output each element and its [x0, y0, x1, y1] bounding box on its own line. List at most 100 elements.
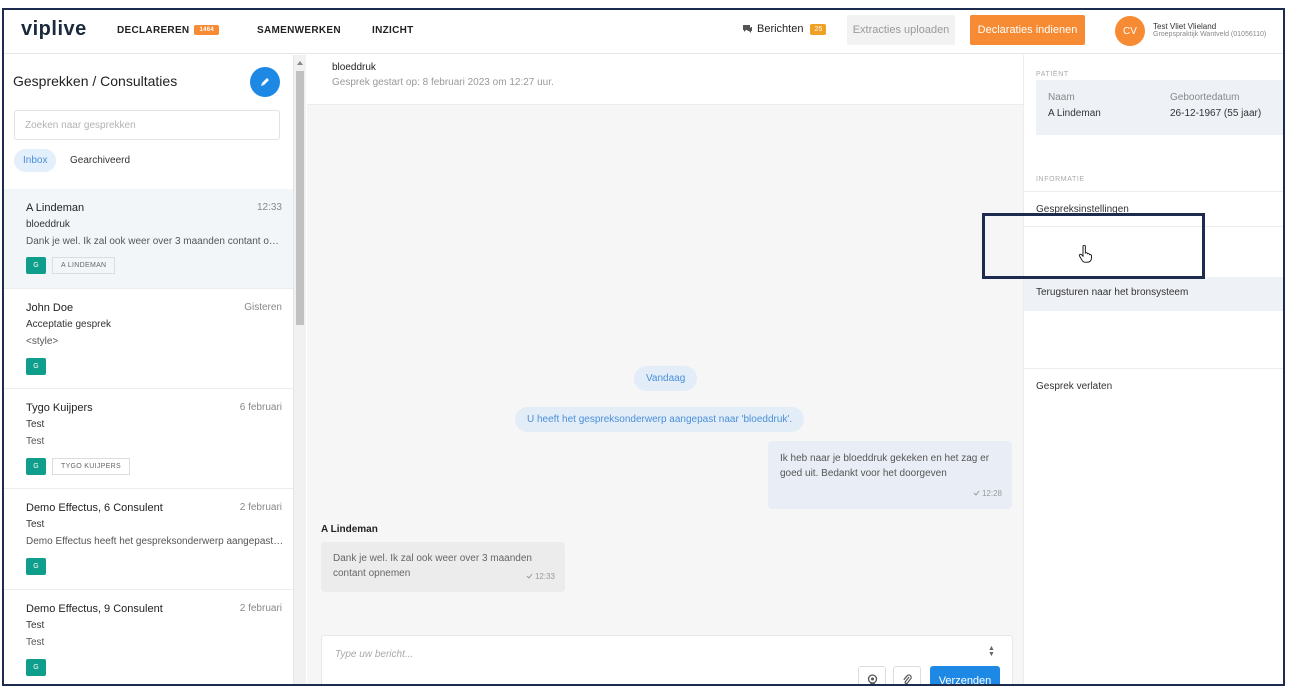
chat-icon: [743, 25, 752, 33]
sidebar-scrollbar[interactable]: [294, 55, 306, 684]
outgoing-message-time: 12:28: [973, 486, 1002, 501]
divider: [1024, 368, 1283, 369]
chat-header: bloeddruk Gesprek gestart op: 8 februari…: [307, 55, 1023, 105]
group-tag: G: [26, 358, 46, 375]
camera-button[interactable]: [858, 666, 886, 684]
sidebar-title: Gesprekken / Consultaties: [13, 73, 178, 89]
conversation-tags: G: [26, 358, 46, 375]
incoming-message-time: 12:33: [526, 569, 555, 584]
date-separator: Vandaag: [634, 366, 698, 391]
conversation-name: Tygo Kuijpers: [26, 402, 93, 414]
berichten-count: 25: [810, 23, 827, 35]
conversation-subject: bloeddruk: [26, 219, 70, 230]
tab-inbox[interactable]: Inbox: [14, 149, 57, 172]
conversation-preview: Test: [26, 436, 45, 447]
conversation-item-tygo-kuijpers[interactable]: Tygo Kuijpers 6 februari Test Test G TYG…: [4, 389, 293, 489]
check-icon: [526, 573, 533, 579]
patient-tag: A LINDEMAN: [52, 257, 116, 274]
message-input[interactable]: [335, 644, 935, 664]
message-composer: ▲▼ Verzenden: [321, 635, 1013, 684]
conversation-item-john-doe[interactable]: John Doe Gisteren Acceptatie gesprek <st…: [4, 289, 293, 389]
name-value: A Lindeman: [1048, 108, 1101, 119]
group-tag: G: [26, 458, 46, 475]
conversation-time: 12:33: [256, 202, 282, 213]
name-label: Naam: [1048, 92, 1075, 103]
patient-card: Naam A Lindeman Geboortedatum 26-12-1967…: [1036, 80, 1283, 135]
conversation-item-demo-effectus-6[interactable]: Demo Effectus, 6 Consulent 2 februari Te…: [4, 489, 293, 590]
group-tag: G: [26, 257, 46, 274]
incoming-message-text: Dank je wel. Ik zal ook weer over 3 maan…: [333, 553, 532, 579]
webcam-icon: [867, 674, 877, 684]
conversation-tags: G A LINDEMAN: [26, 257, 116, 274]
outgoing-message-text: Ik heb naar je bloeddruk gekeken en het …: [780, 453, 990, 479]
conversation-name: Demo Effectus, 6 Consulent: [26, 502, 163, 514]
tab-gearchiveerd[interactable]: Gearchiveerd: [70, 155, 130, 166]
incoming-message: Dank je wel. Ik zal ook weer over 3 maan…: [321, 542, 565, 592]
berichten-button[interactable]: Berichten 25: [742, 23, 827, 35]
conversation-subject: Test: [26, 519, 45, 530]
conversation-preview: Demo Effectus heeft het gespreksonderwer…: [26, 536, 284, 547]
incoming-sender: A Lindeman: [321, 524, 378, 535]
conversation-time: 2 februari: [239, 603, 282, 614]
patient-section-label: PATIËNT: [1036, 71, 1069, 78]
attach-button[interactable]: [893, 666, 921, 684]
hand-cursor-icon: [1078, 244, 1092, 268]
conversation-time: 6 februari: [239, 402, 282, 413]
conversation-tags: G: [26, 558, 46, 575]
conversation-preview: Dank je wel. Ik zal ook weer over 3 maan…: [26, 236, 284, 247]
patient-tag: TYGO KUIJPERS: [52, 458, 130, 475]
details-panel: PATIËNT Naam A Lindeman Geboortedatum 26…: [1023, 55, 1283, 684]
group-tag: G: [26, 659, 46, 676]
conversation-time: Gisteren: [244, 302, 282, 313]
info-section-label: INFORMATIE: [1036, 176, 1085, 183]
gesprek-verlaten-item[interactable]: Gesprek verlaten: [1036, 381, 1112, 392]
chat-subtitle: Gesprek gestart op: 8 februari 2023 om 1…: [332, 77, 554, 88]
system-message: U heeft het gespreksonderwerp aangepast …: [515, 407, 805, 432]
nav-samenwerken[interactable]: SAMENWERKEN: [257, 25, 341, 36]
divider: [1024, 191, 1283, 192]
conversation-tags: G: [26, 659, 46, 676]
declaraties-indienen-button[interactable]: Declaraties indienen: [970, 15, 1085, 45]
conversation-item-demo-effectus-9[interactable]: Demo Effectus, 9 Consulent 2 februari Te…: [4, 590, 293, 684]
resize-stepper-icon[interactable]: ▲ ▼: [988, 645, 995, 658]
paperclip-icon: [903, 674, 912, 684]
conversation-time: 2 februari: [239, 502, 282, 513]
scroll-thumb[interactable]: [296, 71, 304, 325]
outgoing-message: Ik heb naar je bloeddruk gekeken en het …: [768, 441, 1012, 509]
conversation-name: A Lindeman: [26, 202, 85, 214]
dob-label: Geboortedatum: [1170, 92, 1240, 103]
conversation-item-a-lindeman[interactable]: A Lindeman 12:33 bloeddruk Dank je wel. …: [4, 189, 293, 289]
conversation-preview: <style>: [26, 336, 59, 347]
conversation-preview: Test: [26, 637, 45, 648]
search-conversations-input[interactable]: [14, 110, 280, 140]
check-icon: [973, 490, 980, 496]
declareren-badge: 1464: [194, 25, 220, 36]
berichten-label: Berichten: [757, 23, 804, 35]
dob-value: 26-12-1967 (55 jaar): [1170, 108, 1262, 119]
conversation-name: John Doe: [26, 302, 74, 314]
conversation-sidebar: Gesprekken / Consultaties Inbox Gearchiv…: [4, 55, 294, 684]
user-name: Test Vliet Vlieland: [1153, 22, 1217, 31]
extracties-uploaden-button[interactable]: Extracties uploaden: [847, 15, 955, 45]
top-navigation: viplive DECLAREREN 1464 SAMENWERKEN INZIC…: [4, 10, 1283, 54]
chat-title: bloeddruk: [332, 62, 376, 73]
annotation-highlight: [982, 213, 1205, 279]
logo: viplive: [21, 18, 87, 40]
conversation-tags: G TYGO KUIJPERS: [26, 458, 130, 475]
app-window: viplive DECLAREREN 1464 SAMENWERKEN INZIC…: [2, 8, 1285, 686]
chat-panel: bloeddruk Gesprek gestart op: 8 februari…: [307, 55, 1023, 684]
conversation-subject: Acceptatie gesprek: [26, 319, 112, 330]
nav-declareren[interactable]: DECLAREREN 1464: [117, 25, 220, 36]
user-organization: Groepspraktijk Wantveld (01056110): [1153, 31, 1267, 38]
user-avatar[interactable]: CV: [1115, 16, 1145, 46]
conversation-subject: Test: [26, 419, 45, 430]
conversation-name: Demo Effectus, 9 Consulent: [26, 603, 163, 615]
scroll-up-arrow-icon[interactable]: [297, 61, 303, 65]
conversation-subject: Test: [26, 620, 45, 631]
pencil-icon: [261, 78, 269, 86]
compose-button[interactable]: [250, 67, 280, 97]
nav-inzicht[interactable]: INZICHT: [372, 25, 414, 36]
send-button[interactable]: Verzenden: [930, 666, 1000, 684]
terugsturen-item[interactable]: Terugsturen naar het bronsysteem: [1036, 287, 1188, 298]
group-tag: G: [26, 558, 46, 575]
